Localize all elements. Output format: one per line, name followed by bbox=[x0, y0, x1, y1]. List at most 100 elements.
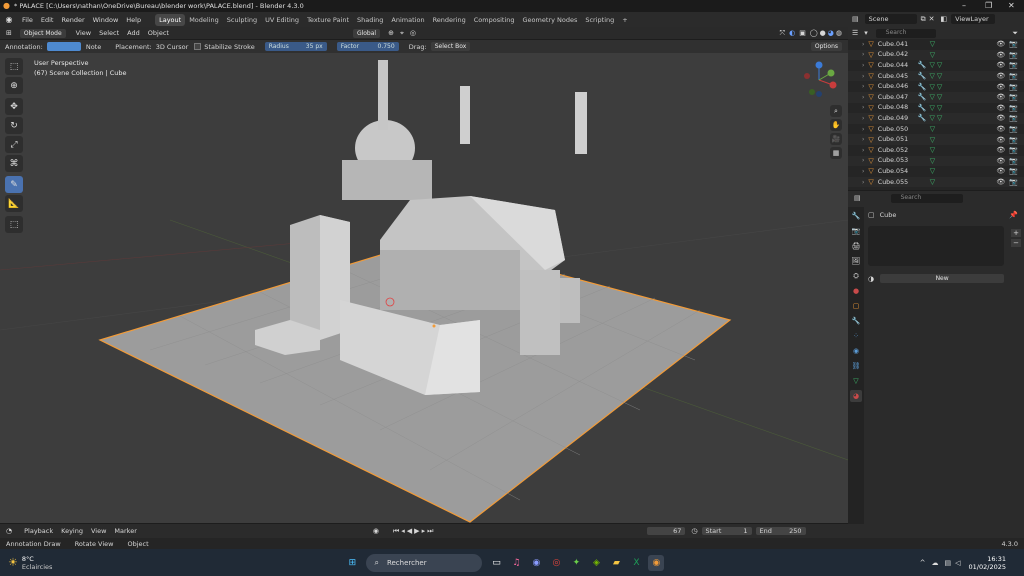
properties-editor-icon[interactable]: ▤ bbox=[854, 194, 861, 202]
weather-widget[interactable]: 8°C Eclaircies bbox=[22, 555, 53, 571]
delete-icon[interactable]: ✕ bbox=[929, 15, 935, 23]
particles-tab-icon[interactable]: ⁘ bbox=[850, 330, 862, 342]
camera-render-icon[interactable]: 📷 bbox=[1009, 125, 1018, 133]
visibility-eye-icon[interactable]: 👁 bbox=[996, 125, 1005, 133]
camera-render-icon[interactable]: 📷 bbox=[1009, 93, 1018, 101]
clock-widget[interactable]: 16:31 01/02/2025 bbox=[969, 555, 1006, 571]
close-icon[interactable]: ✕ bbox=[1008, 1, 1015, 10]
camera-render-icon[interactable]: 📷 bbox=[1009, 136, 1018, 144]
tab-rendering[interactable]: Rendering bbox=[429, 14, 470, 26]
expand-icon[interactable]: › bbox=[862, 115, 864, 122]
minimize-icon[interactable]: – bbox=[962, 1, 966, 10]
outliner-item[interactable]: › ▽ Cube.052 ▽ 👁 📷 bbox=[848, 145, 1024, 156]
expand-icon[interactable]: › bbox=[862, 104, 864, 111]
material-slots-list[interactable] bbox=[868, 226, 1004, 266]
menu-file[interactable]: File bbox=[18, 16, 37, 24]
camera-render-icon[interactable]: 📷 bbox=[1009, 178, 1018, 186]
view-layer-selector[interactable]: ViewLayer bbox=[951, 14, 996, 24]
expand-icon[interactable]: › bbox=[862, 136, 864, 143]
material-shading-icon[interactable]: ◕ bbox=[828, 29, 834, 37]
pan-hand-icon[interactable]: ✋ bbox=[830, 119, 842, 131]
transform-tool-icon[interactable]: ⌘ bbox=[5, 155, 23, 172]
maximize-icon[interactable]: ❐ bbox=[985, 1, 992, 10]
perspective-grid-icon[interactable]: ▦ bbox=[830, 147, 842, 159]
camera-render-icon[interactable]: 📷 bbox=[1009, 104, 1018, 112]
visibility-eye-icon[interactable]: 👁 bbox=[996, 83, 1005, 91]
move-tool-icon[interactable]: ✥ bbox=[5, 98, 23, 115]
camera-render-icon[interactable]: 📷 bbox=[1009, 40, 1018, 48]
expand-icon[interactable]: › bbox=[862, 179, 864, 186]
tool-tab-icon[interactable]: 🔧 bbox=[850, 210, 862, 222]
discord-icon[interactable]: ◉ bbox=[528, 555, 544, 571]
menu-render[interactable]: Render bbox=[57, 16, 88, 24]
camera-view-icon[interactable]: 🎥 bbox=[830, 133, 842, 145]
tab-geometry-nodes[interactable]: Geometry Nodes bbox=[519, 14, 582, 26]
visibility-eye-icon[interactable]: 👁 bbox=[996, 167, 1005, 175]
camera-render-icon[interactable]: 📷 bbox=[1009, 114, 1018, 122]
proportional-edit-icon[interactable]: ◎ bbox=[410, 29, 416, 37]
cursor-tool-icon[interactable]: ⊕ bbox=[5, 77, 23, 94]
select-box-tool-icon[interactable]: ⬚ bbox=[5, 58, 23, 75]
blender-taskbar-icon[interactable]: ◉ bbox=[648, 554, 665, 571]
menu-marker[interactable]: Marker bbox=[110, 527, 140, 535]
camera-render-icon[interactable]: 📷 bbox=[1009, 51, 1018, 59]
tab-uv-editing[interactable]: UV Editing bbox=[261, 14, 303, 26]
menu-keying[interactable]: Keying bbox=[57, 527, 87, 535]
tab-modeling[interactable]: Modeling bbox=[185, 14, 223, 26]
output-tab-icon[interactable]: 🖨 bbox=[850, 240, 862, 252]
chrome-icon[interactable]: ◎ bbox=[548, 555, 564, 571]
camera-render-icon[interactable]: 📷 bbox=[1009, 146, 1018, 154]
placement-selector[interactable]: 3D Cursor bbox=[156, 43, 189, 51]
visibility-eye-icon[interactable]: 👁 bbox=[996, 72, 1005, 80]
outliner-item[interactable]: › ▽ Cube.047 🔧 ▽ ▽ 👁 📷 bbox=[848, 91, 1024, 103]
gizmo-icon[interactable]: ⤧ bbox=[779, 29, 785, 38]
record-icon[interactable]: ◉ bbox=[373, 527, 379, 535]
timeline-editor-icon[interactable]: ◔ bbox=[6, 527, 12, 535]
menu-timeline-view[interactable]: View bbox=[87, 527, 110, 535]
expand-icon[interactable]: › bbox=[862, 83, 864, 90]
outliner-search-input[interactable]: Search bbox=[875, 28, 936, 38]
visibility-eye-icon[interactable]: 👁 bbox=[996, 51, 1005, 59]
navigation-gizmo[interactable] bbox=[800, 61, 838, 99]
expand-icon[interactable]: › bbox=[862, 157, 864, 164]
visibility-eye-icon[interactable]: 👁 bbox=[996, 93, 1005, 101]
scene-tab-icon[interactable]: ⛭ bbox=[850, 270, 862, 282]
expand-icon[interactable]: › bbox=[862, 73, 864, 80]
tab-compositing[interactable]: Compositing bbox=[470, 14, 519, 26]
add-slot-icon[interactable]: + bbox=[1011, 229, 1021, 237]
visibility-eye-icon[interactable]: 👁 bbox=[996, 146, 1005, 154]
material-tab-icon[interactable]: ◕ bbox=[850, 390, 862, 402]
visibility-eye-icon[interactable]: 👁 bbox=[996, 61, 1005, 69]
data-tab-icon[interactable]: ▽ bbox=[850, 375, 862, 387]
menu-edit[interactable]: Edit bbox=[37, 16, 58, 24]
outliner-item[interactable]: › ▽ Cube.054 ▽ 👁 📷 bbox=[848, 166, 1024, 177]
visibility-eye-icon[interactable]: 👁 bbox=[996, 104, 1005, 112]
menu-select[interactable]: Select bbox=[95, 29, 123, 37]
outliner-editor-icon[interactable]: ☰ bbox=[852, 29, 858, 37]
physics-tab-icon[interactable]: ◉ bbox=[850, 345, 862, 357]
editor-type-icon[interactable]: ⊞ bbox=[6, 29, 12, 37]
expand-icon[interactable]: › bbox=[862, 94, 864, 101]
volume-icon[interactable]: ◁ bbox=[955, 559, 960, 567]
visibility-eye-icon[interactable]: 👁 bbox=[996, 157, 1005, 165]
measure-tool-icon[interactable]: 📐 bbox=[5, 195, 23, 212]
annotate-tool-icon[interactable]: ✎ bbox=[5, 176, 23, 193]
tab-scripting[interactable]: Scripting bbox=[581, 14, 618, 26]
scene-selector[interactable]: Scene bbox=[864, 14, 917, 24]
outliner-item[interactable]: › ▽ Cube.055 ▽ 👁 📷 bbox=[848, 176, 1024, 188]
outliner-item[interactable]: › ▽ Cube.041 ▽ 👁 📷 bbox=[848, 39, 1024, 50]
outliner-item[interactable]: › ▽ Cube.053 ▽ 👁 📷 bbox=[848, 155, 1024, 167]
tab-layout[interactable]: Layout bbox=[155, 13, 186, 26]
taskbar-search[interactable]: ⌕ Rechercher bbox=[366, 553, 483, 572]
snap-icon[interactable]: ⌖ bbox=[400, 29, 404, 38]
wireframe-shading-icon[interactable]: ◯ bbox=[810, 29, 818, 37]
menu-playback[interactable]: Playback bbox=[20, 527, 57, 535]
note-layer[interactable]: Note bbox=[86, 43, 101, 51]
start-frame-field[interactable]: Start 1 bbox=[701, 527, 752, 535]
outliner-item[interactable]: › ▽ Cube.046 🔧 ▽ ▽ 👁 📷 bbox=[848, 81, 1024, 92]
pin-icon[interactable]: 📌 bbox=[1009, 211, 1018, 219]
menu-object[interactable]: Object bbox=[144, 29, 173, 37]
add-workspace-icon[interactable]: + bbox=[618, 14, 631, 26]
tab-sculpting[interactable]: Sculpting bbox=[223, 14, 261, 26]
object-tab-icon[interactable]: ▢ bbox=[850, 300, 862, 312]
